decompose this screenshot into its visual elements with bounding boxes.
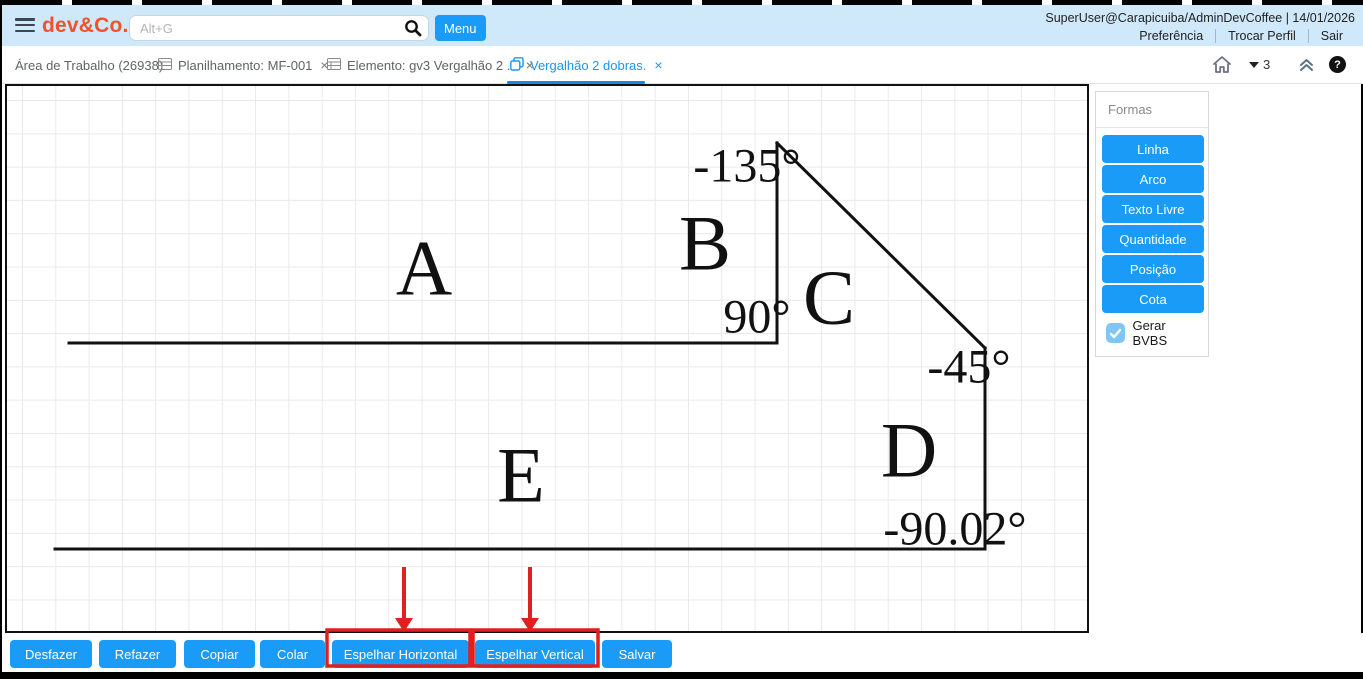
user-info: SuperUser@Carapicuiba/AdminDevCoffee | 1…: [1045, 11, 1355, 25]
shapes-panel-title: Formas: [1096, 92, 1208, 128]
segment-label: C: [803, 254, 855, 341]
global-search: [129, 15, 429, 41]
menu-button[interactable]: Menu: [435, 15, 486, 41]
line-button[interactable]: Linha: [1102, 135, 1204, 163]
angle-label: -90.02°: [883, 503, 1026, 556]
search-icon[interactable]: [404, 19, 422, 37]
tab-label: Planilhamento: MF-001: [178, 58, 312, 73]
tab-planilhamento[interactable]: Planilhamento: MF-001 ×: [158, 46, 329, 84]
tab-vergalhao-2-dobras[interactable]: Vergalhão 2 dobras. ×: [510, 46, 663, 84]
chevron-down-icon: [1249, 62, 1259, 68]
generate-bvbs-checkbox[interactable]: [1106, 323, 1125, 343]
close-icon[interactable]: ×: [654, 57, 662, 73]
drawing-canvas[interactable]: A BCD E -135° 90° -45° -90.02°: [5, 84, 1089, 633]
tab-area-de-trabalho[interactable]: Área de Trabalho (26938): [15, 46, 163, 84]
redo-button[interactable]: Refazer: [99, 640, 176, 668]
angle-label: -45°: [927, 341, 1010, 394]
search-input[interactable]: [129, 15, 429, 41]
save-button[interactable]: Salvar: [602, 640, 672, 668]
mirror-vertical-button[interactable]: Espelhar Vertical: [475, 640, 595, 668]
shapes-panel: Formas Linha Arco Texto Livre Quantidade…: [1095, 91, 1209, 357]
tab-label: Vergalhão 2 dobras.: [530, 58, 646, 73]
angle-label: -135°: [693, 140, 800, 193]
copy-icon: [510, 57, 524, 74]
arc-button[interactable]: Arco: [1102, 165, 1204, 193]
angle-label: 90°: [723, 291, 790, 344]
tab-label: Elemento: gv3 Vergalhão 2 ...: [347, 58, 518, 73]
hamburger-menu-icon[interactable]: [15, 18, 35, 33]
undo-button[interactable]: Desfazer: [10, 640, 92, 668]
tab-elemento[interactable]: Elemento: gv3 Vergalhão 2 ... ×: [327, 46, 534, 84]
segment-label: B: [679, 200, 731, 287]
app-logo: dev&Co.: [42, 14, 129, 38]
table-icon: [158, 58, 172, 73]
bottom-toolbar: Desfazer Refazer Copiar Colar Espelhar H…: [2, 633, 1363, 672]
mirror-horizontal-button[interactable]: Espelhar Horizontal: [332, 640, 469, 668]
collapse-up-icon[interactable]: [1298, 56, 1315, 78]
home-icon[interactable]: [1212, 55, 1232, 79]
free-text-button[interactable]: Texto Livre: [1102, 195, 1204, 223]
segment-label: E: [497, 432, 545, 519]
app-window: dev&Co. Menu SuperUser@Carapicuiba/Admin…: [0, 0, 1363, 679]
tab-label: Área de Trabalho (26938): [15, 58, 163, 73]
position-button[interactable]: Posição: [1102, 255, 1204, 283]
paste-button[interactable]: Colar: [260, 640, 325, 668]
copy-button[interactable]: Copiar: [184, 640, 255, 668]
rebar-drawing: A BCD E -135° 90° -45° -90.02°: [7, 86, 1087, 631]
header-bar: dev&Co. Menu SuperUser@Carapicuiba/Admin…: [2, 5, 1363, 46]
tab-count: 3: [1263, 57, 1270, 72]
user-block: SuperUser@Carapicuiba/AdminDevCoffee | 1…: [1045, 11, 1355, 43]
tab-bar: Área de Trabalho (26938) Planilhamento: …: [2, 46, 1363, 84]
switch-profile-link[interactable]: Trocar Perfil: [1215, 29, 1308, 43]
segment-label: A: [396, 225, 452, 312]
dimension-button[interactable]: Cota: [1102, 285, 1204, 313]
quantity-button[interactable]: Quantidade: [1102, 225, 1204, 253]
window-bottom-border: [2, 672, 1363, 679]
user-links: PreferênciaTrocar PerfilSair: [1045, 29, 1355, 43]
segment-label: D: [881, 407, 937, 494]
generate-bvbs-label: Gerar BVBS: [1132, 318, 1202, 348]
table-icon: [327, 58, 341, 73]
tab-overflow-dropdown[interactable]: 3: [1249, 57, 1270, 72]
logout-link[interactable]: Sair: [1308, 29, 1355, 43]
preference-link[interactable]: Preferência: [1127, 29, 1215, 43]
help-icon[interactable]: ?: [1329, 56, 1346, 73]
